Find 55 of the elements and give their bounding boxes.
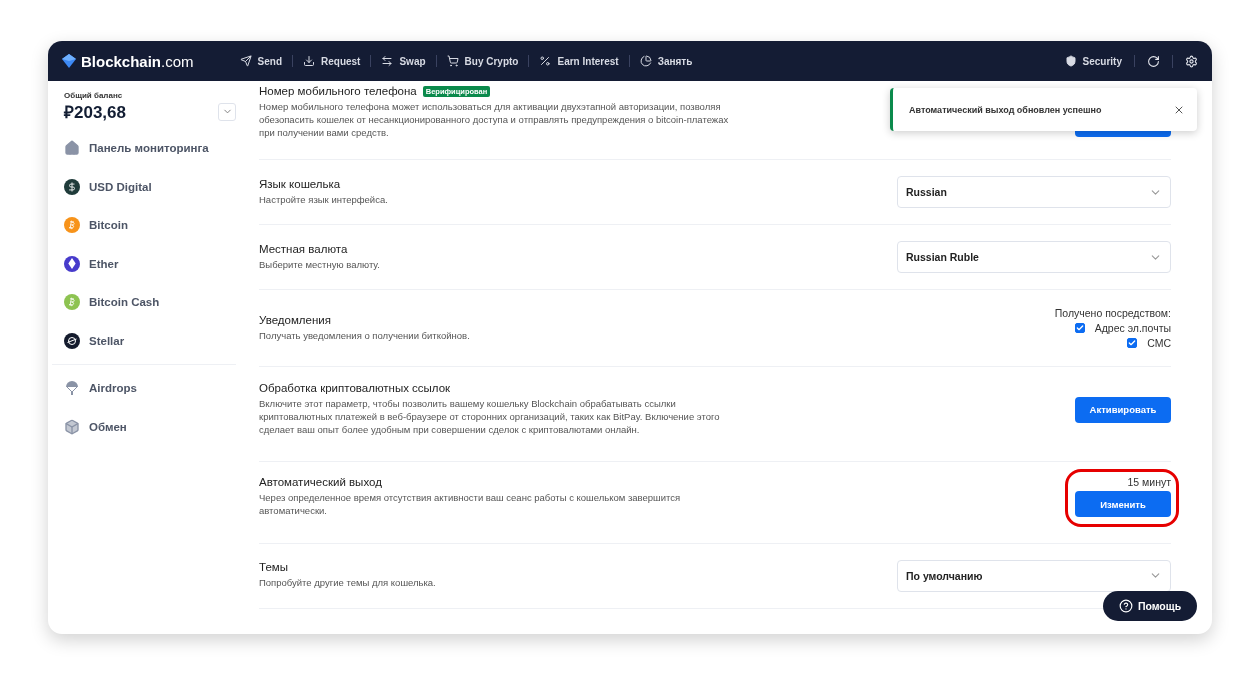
nav-link[interactable]: Send [229, 55, 293, 67]
checkbox[interactable] [1074, 323, 1085, 334]
nav-link[interactable]: Request [293, 55, 372, 67]
select-field[interactable]: По умолчанию [897, 559, 1171, 592]
nav-link[interactable]: Занять [629, 55, 703, 67]
help-icon [1118, 599, 1133, 613]
select-field[interactable]: Russian Ruble [897, 241, 1171, 274]
parachute-icon [64, 380, 80, 397]
sidebar-item[interactable]: USD Digital [64, 167, 236, 206]
sidebar-item[interactable]: Обмен [64, 407, 236, 446]
checkbox[interactable] [1127, 338, 1138, 349]
refresh-icon[interactable] [1147, 54, 1160, 68]
sidebar-item[interactable]: Панель мониторинга [64, 129, 236, 168]
setting-title: Обработка криптовалютных ссылок [259, 382, 451, 395]
nav-link[interactable]: Earn Interest [529, 55, 630, 67]
setting-title: Автоматический выход [259, 475, 382, 488]
logo-text: Blockchain.com [81, 52, 194, 70]
security-link[interactable]: Security [1052, 55, 1135, 67]
shield-icon [1064, 55, 1077, 67]
setting-description: Включите этот параметр, чтобы позволить вашему кошельку Blockchain обрабатывать ссылки криптовалютных платежей в веб-браузере от сторонних организаций, таких как BitPay. Включение этого сделает ваш опыт более удобным при совершении сделок с криптовалютами онлайн. [259, 398, 721, 437]
cube-icon [64, 418, 80, 435]
toast-message: Автоматический выход обновлен успешно [909, 104, 1102, 115]
settings-icon[interactable] [1185, 54, 1198, 68]
value-text: 15 минут [1127, 476, 1171, 489]
balance-amount: ₽203,68 [64, 102, 126, 123]
send-icon [239, 55, 252, 67]
checkbox-option[interactable]: СМС [1127, 337, 1171, 350]
sidebar-item[interactable]: Airdrops [64, 369, 236, 408]
nav-link[interactable]: Buy Crypto [436, 55, 530, 67]
setting-description: Выберите местную валюту. [259, 259, 381, 272]
balance-label: Общий баланс [64, 91, 124, 100]
help-button[interactable]: Помощь [1103, 591, 1197, 621]
select-field[interactable]: Russian [897, 176, 1171, 209]
caption-text: Получено посредством: [1054, 307, 1171, 320]
sidebar-item[interactable]: Ether [64, 244, 236, 283]
sidebar-item[interactable]: Bitcoin Cash [64, 283, 236, 322]
action-button[interactable]: Активировать [1075, 396, 1171, 423]
setting-title: Уведомления [259, 314, 331, 327]
change-button[interactable]: Изменить [1075, 491, 1171, 518]
home-icon [64, 140, 80, 157]
setting-title: Номер мобильного телефона [259, 85, 417, 97]
setting-description: Попробуйте другие темы для кошелька. [259, 577, 437, 590]
nav-link[interactable]: Swap [371, 55, 437, 67]
sidebar-item[interactable]: Bitcoin [64, 206, 236, 245]
logo-icon [62, 54, 76, 68]
setting-description: Настройте язык интерфейса. [259, 194, 389, 207]
sidebar-item[interactable]: Stellar [64, 321, 236, 360]
setting-description: Номер мобильного телефона может использоваться для активации двухэтапной авторизации, позволяя обезопасить кошелек от несанкционированного доступа и отправлять предупреждения о bitcoin-платежах при получении вами средств. [259, 101, 730, 140]
setting-description: Через определенное время отсутствия активности ваш сеанс работы с кошельком завершится автоматически. [259, 491, 682, 518]
setting-title: Местная валюта [259, 243, 348, 256]
swap-icon [381, 55, 394, 67]
checkbox-option[interactable]: Адрес эл.почты [1074, 322, 1171, 335]
setting-description: Получать уведомления о получении биткойнов. [259, 330, 471, 343]
setting-title: Темы [259, 561, 288, 574]
setting-title: Язык кошелька [259, 178, 341, 191]
